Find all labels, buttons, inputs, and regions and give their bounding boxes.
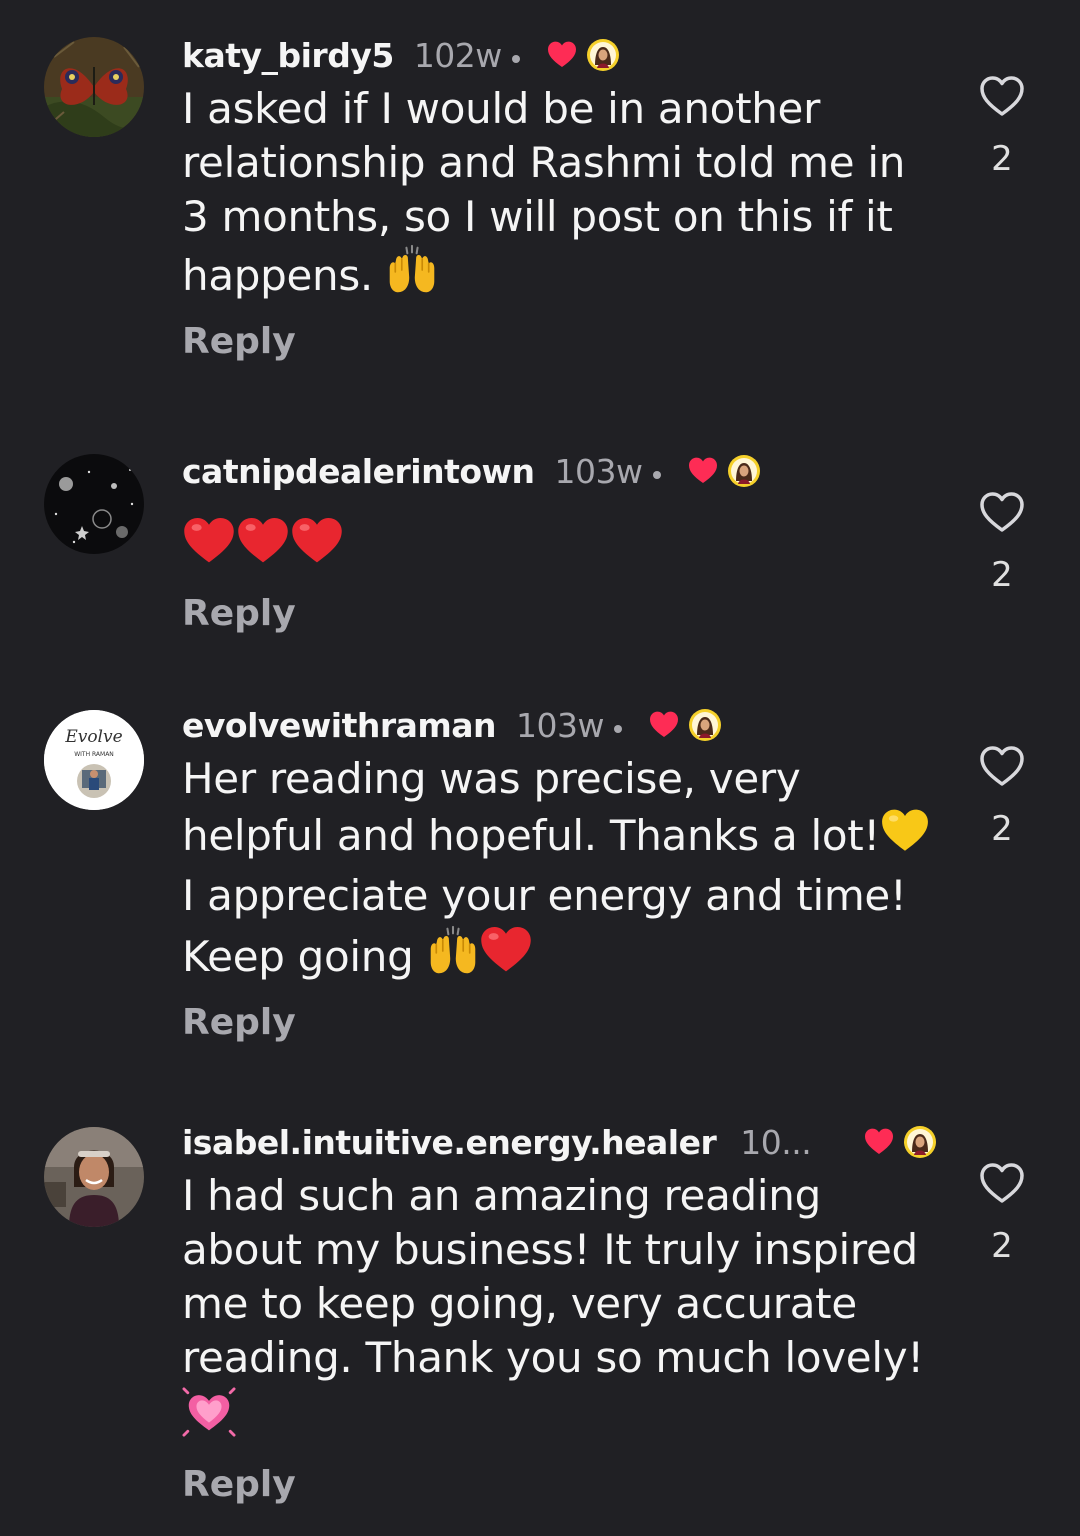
creator-liked-heart-icon — [687, 455, 719, 487]
username[interactable]: catnipdealerintown — [182, 452, 535, 491]
growing-heart-icon — [182, 1385, 236, 1452]
like-count: 2 — [991, 1226, 1013, 1266]
comment-meta: isabel.intuitive.energy.healer 10... — [182, 1117, 942, 1167]
user-avatar[interactable] — [44, 454, 144, 554]
timestamp: 103w — [516, 705, 605, 745]
reply-button[interactable]: Reply — [182, 1002, 296, 1043]
reply-button[interactable]: Reply — [182, 1464, 296, 1505]
timestamp: 10... — [740, 1122, 812, 1162]
comment-text: I asked if I would be in another relatio… — [182, 82, 942, 309]
separator-dot — [614, 725, 623, 733]
username[interactable]: evolvewithraman — [182, 706, 497, 745]
user-avatar[interactable] — [44, 1127, 144, 1227]
space-avatar-icon — [44, 454, 144, 554]
timestamp: 102w — [413, 35, 502, 75]
raising-hands-icon — [427, 925, 479, 990]
comment-text-line: 3 months, so I will post on this if it — [182, 192, 893, 241]
timestamp: 103w — [554, 451, 643, 491]
creator-avatar-icon — [688, 708, 722, 742]
creator-liked-heart-icon — [648, 709, 680, 741]
like-heart-icon[interactable] — [978, 489, 1026, 541]
like-control: 2 — [972, 489, 1032, 595]
comment-meta: catnipdealerintown 103w — [182, 446, 942, 496]
comment-text-line: Her reading was precise, very — [182, 754, 801, 803]
comment-text-line: I asked if I would be in another — [182, 84, 821, 133]
like-control: 2 — [972, 1160, 1032, 1266]
like-heart-icon[interactable] — [978, 73, 1026, 125]
red-heart-icon — [182, 514, 236, 581]
comment-text-line: relationship and Rashmi told me in — [182, 138, 906, 187]
user-avatar[interactable]: Evolve WITH RAMAN — [44, 710, 144, 810]
red-heart-icon — [236, 514, 290, 581]
like-count: 2 — [991, 139, 1013, 179]
reply-button[interactable]: Reply — [182, 321, 296, 362]
comment-text-line: Keep going — [182, 932, 414, 981]
raising-hands-icon — [386, 244, 438, 309]
like-heart-icon[interactable] — [978, 1160, 1026, 1212]
butterfly-avatar-icon — [44, 37, 144, 137]
username[interactable]: isabel.intuitive.energy.healer — [182, 1123, 717, 1162]
like-control: 2 — [972, 743, 1032, 849]
user-avatar[interactable] — [44, 37, 144, 137]
red-heart-icon — [290, 514, 344, 581]
like-count: 2 — [991, 555, 1013, 595]
avatar-logo-text: Evolve — [64, 727, 122, 747]
comment-text-line: about my business! It truly inspired — [182, 1225, 918, 1274]
person-photo-avatar-icon — [44, 1127, 144, 1227]
red-heart-icon — [479, 923, 533, 990]
like-heart-icon[interactable] — [978, 743, 1026, 795]
username[interactable]: katy_birdy5 — [182, 36, 394, 75]
like-count: 2 — [991, 809, 1013, 849]
creator-avatar-icon — [727, 454, 761, 488]
avatar-logo-subtext: WITH RAMAN — [74, 751, 114, 758]
comment-text-line: reading. Thank you so much lovely! — [182, 1333, 924, 1382]
comment-text — [182, 514, 942, 581]
comment-text-line: happens. — [182, 251, 373, 300]
comment-text-line: me to keep going, very accurate — [182, 1279, 857, 1328]
like-control: 2 — [972, 73, 1032, 179]
comment-meta: katy_birdy5 102w — [182, 30, 942, 80]
comment-text-line: helpful and hopeful. Thanks a lot! — [182, 811, 880, 860]
yellow-heart-icon — [880, 806, 930, 869]
creator-avatar-icon — [586, 38, 620, 72]
creator-liked-heart-icon — [546, 39, 578, 71]
comment-text: Her reading was precise, very helpful an… — [182, 752, 942, 990]
separator-dot — [652, 471, 661, 479]
evolve-logo-avatar-icon: Evolve WITH RAMAN — [44, 710, 144, 810]
comment-text-line: I appreciate your energy and time! — [182, 871, 907, 920]
creator-avatar-icon — [903, 1125, 937, 1159]
reply-button[interactable]: Reply — [182, 593, 296, 634]
creator-liked-heart-icon — [863, 1126, 895, 1158]
comment-text-line: I had such an amazing reading — [182, 1171, 821, 1220]
comment-text: I had such an amazing reading about my b… — [182, 1169, 942, 1452]
comment-meta: evolvewithraman 103w — [182, 700, 942, 750]
separator-dot — [511, 55, 520, 63]
